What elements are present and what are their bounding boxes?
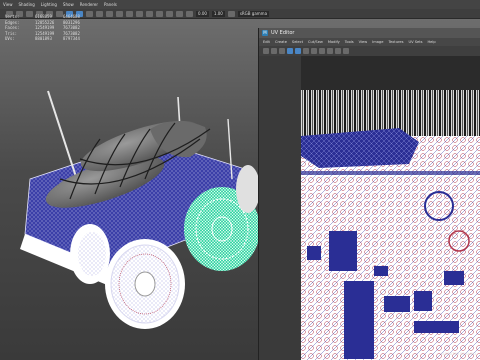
uv-tool-icon[interactable]: [303, 48, 309, 54]
uv-editor-title: UV Editor: [271, 30, 295, 36]
lights-icon[interactable]: [96, 10, 103, 17]
uv-menu-select[interactable]: Select: [292, 40, 303, 44]
uv-tool-icon[interactable]: [335, 48, 341, 54]
uv-canvas[interactable]: ISSG0783 SE SHELL: [259, 56, 480, 360]
uv-editor-window[interactable]: M UV Editor Edit Create Select Cut/Sew M…: [258, 28, 480, 360]
uv-menu-uv-sets[interactable]: UV Sets: [408, 40, 422, 44]
uv-menu-tools[interactable]: Tools: [345, 40, 354, 44]
maya-logo-icon: M: [262, 30, 268, 36]
uv-tool-icon[interactable]: [319, 48, 325, 54]
ao-icon[interactable]: [116, 10, 123, 17]
menu-show[interactable]: Show: [63, 2, 74, 7]
isolate-icon[interactable]: [156, 10, 163, 17]
textured-icon[interactable]: [86, 10, 93, 17]
shaded-uv-icon[interactable]: [295, 48, 301, 54]
xray-components-icon[interactable]: [186, 10, 193, 17]
uv-shell: [444, 271, 464, 285]
uv-tool-icon[interactable]: [263, 48, 269, 54]
uv-editor-titlebar[interactable]: M UV Editor: [259, 28, 480, 38]
menu-renderer[interactable]: Renderer: [80, 2, 98, 7]
menu-panels[interactable]: Panels: [104, 2, 117, 7]
view-transform-select[interactable]: sRGB gamma: [237, 10, 270, 17]
menu-view[interactable]: View: [3, 2, 13, 7]
antialias-icon[interactable]: [136, 10, 143, 17]
shadows-icon[interactable]: [106, 10, 113, 17]
checker-icon[interactable]: [287, 48, 293, 54]
uv-menu-view[interactable]: View: [359, 40, 368, 44]
uv-menu-help[interactable]: Help: [427, 40, 435, 44]
uv-shell: [307, 246, 321, 260]
uv-tool-icon[interactable]: [311, 48, 317, 54]
depth-of-field-icon[interactable]: [146, 10, 153, 17]
wheel-rear-left: [70, 224, 110, 284]
menu-shading[interactable]: Shading: [19, 2, 35, 7]
uv-shell: [344, 281, 374, 359]
menu-lighting[interactable]: Lighting: [41, 2, 57, 7]
uv-tool-icon[interactable]: [343, 48, 349, 54]
vehicle-model[interactable]: [0, 19, 258, 360]
uv-editor-toolbar: [259, 46, 480, 56]
xray-joints-icon[interactable]: [176, 10, 183, 17]
motion-blur-icon[interactable]: [126, 10, 133, 17]
uv-tool-icon[interactable]: [279, 48, 285, 54]
uv-editor-menubar: Edit Create Select Cut/Sew Modify Tools …: [259, 38, 480, 46]
wheel-front-left: [105, 239, 185, 329]
viewport-menubar: View Shading Lighting Show Renderer Pane…: [0, 0, 480, 9]
uv-menu-edit[interactable]: Edit: [263, 40, 270, 44]
uv-shell: [414, 291, 432, 311]
uv-layout: [259, 56, 480, 360]
exposure-field[interactable]: 0.00: [196, 10, 209, 17]
uv-status-text: ISSG0783 SE SHELL: [441, 352, 477, 356]
uv-shell: [329, 231, 357, 271]
uv-shell: [301, 171, 480, 175]
uv-menu-create[interactable]: Create: [275, 40, 287, 44]
uv-shell: [384, 296, 410, 312]
uv-menu-modify[interactable]: Modify: [328, 40, 340, 44]
color-management-icon[interactable]: [227, 10, 235, 17]
uv-tool-icon[interactable]: [271, 48, 277, 54]
uv-tool-icon[interactable]: [327, 48, 333, 54]
uv-menu-image[interactable]: Image: [372, 40, 383, 44]
gamma-field[interactable]: 1.00: [211, 10, 225, 17]
uv-shell: [374, 266, 388, 276]
xray-icon[interactable]: [166, 10, 173, 17]
uv-menu-cut-sew[interactable]: Cut/Sew: [308, 40, 323, 44]
uv-menu-textures[interactable]: Textures: [388, 40, 403, 44]
uv-shell: [414, 321, 459, 333]
